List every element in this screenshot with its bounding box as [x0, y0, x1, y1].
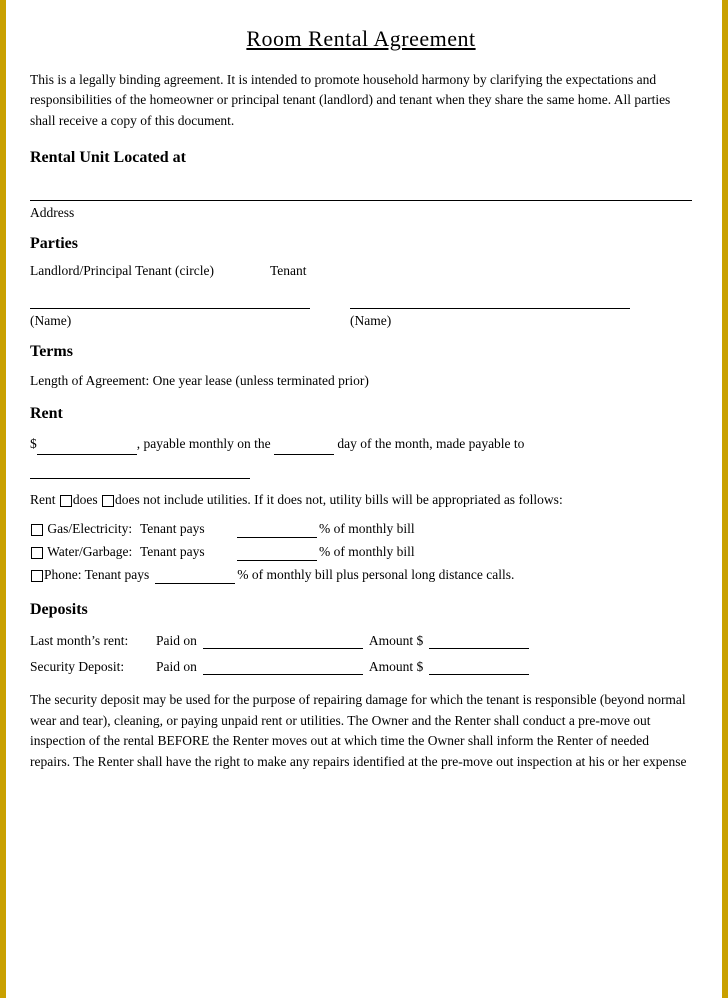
last-month-amount-label: Amount $: [369, 629, 423, 653]
phone-percent-field[interactable]: [155, 568, 235, 584]
tenant-name-label: (Name): [350, 313, 630, 329]
terms-heading: Terms: [30, 343, 692, 361]
parties-heading: Parties: [30, 235, 692, 253]
last-month-date-field[interactable]: [203, 633, 363, 649]
last-month-paid-label: Paid on: [156, 629, 197, 653]
gold-bar-left: [0, 0, 6, 998]
rent-section: Rent $ , payable monthly on the day of th…: [30, 405, 692, 587]
security-amount-field[interactable]: [429, 659, 529, 675]
security-date-field[interactable]: [203, 659, 363, 675]
gas-percent-field[interactable]: [237, 522, 317, 538]
deposits-heading: Deposits: [30, 601, 692, 619]
phone-label: Phone: Tenant pays: [44, 564, 149, 587]
intro-text: This is a legally binding agreement. It …: [30, 70, 692, 131]
rental-unit-section: Rental Unit Located at Address: [30, 149, 692, 221]
rent-payable-suffix: day of the month, made payable to: [337, 436, 524, 451]
name-fields-row: [30, 287, 692, 309]
gas-label: Gas/Electricity:: [30, 518, 140, 541]
security-deposit-label: Security Deposit:: [30, 655, 150, 679]
name-labels-row: (Name) (Name): [30, 313, 692, 329]
rent-payable-name-field[interactable]: [30, 461, 250, 479]
rent-day-field[interactable]: [274, 439, 334, 455]
rent-dollar-prefix: $: [30, 436, 37, 451]
water-percent-field[interactable]: [237, 545, 317, 561]
water-row: Water/Garbage: Tenant pays % of monthly …: [30, 541, 692, 564]
gas-checkbox[interactable]: [31, 524, 43, 536]
security-paid-label: Paid on: [156, 655, 197, 679]
rent-does-not-checkbox[interactable]: [102, 495, 114, 507]
rent-does-checkbox[interactable]: [60, 495, 72, 507]
security-deposit-text: The security deposit may be used for the…: [30, 690, 692, 774]
landlord-name-field[interactable]: [30, 287, 310, 309]
landlord-name-label: (Name): [30, 313, 310, 329]
utilities-text: Rent does does not include utilities. If…: [30, 489, 692, 511]
last-month-amount-field[interactable]: [429, 633, 529, 649]
address-line-field[interactable]: [30, 177, 692, 201]
parties-row: Landlord/Principal Tenant (circle) Tenan…: [30, 263, 692, 279]
gas-suffix: % of monthly bill: [319, 518, 415, 541]
terms-section: Terms Length of Agreement: One year leas…: [30, 343, 692, 391]
phone-row: Phone: Tenant pays % of monthly bill plu…: [30, 564, 692, 587]
last-month-row: Last month’s rent: Paid on Amount $: [30, 629, 692, 653]
phone-suffix: % of monthly bill plus personal long dis…: [237, 564, 514, 587]
phone-checkbox[interactable]: [31, 570, 43, 582]
rental-unit-heading: Rental Unit Located at: [30, 149, 692, 167]
water-tenant-label: Tenant pays: [140, 541, 235, 564]
parties-section: Parties Landlord/Principal Tenant (circl…: [30, 235, 692, 329]
gas-tenant-label: Tenant pays: [140, 518, 235, 541]
deposits-section: Deposits Last month’s rent: Paid on Amou…: [30, 601, 692, 773]
water-label: Water/Garbage:: [30, 541, 140, 564]
water-checkbox[interactable]: [31, 547, 43, 559]
rent-heading: Rent: [30, 405, 692, 423]
security-amount-label: Amount $: [369, 655, 423, 679]
rent-line: $ , payable monthly on the day of the mon…: [30, 433, 692, 455]
landlord-label: Landlord/Principal Tenant (circle): [30, 263, 230, 279]
address-label: Address: [30, 205, 692, 221]
document-title: Room Rental Agreement: [30, 26, 692, 52]
terms-length-text: Length of Agreement: One year lease (unl…: [30, 371, 692, 391]
water-suffix: % of monthly bill: [319, 541, 415, 564]
security-deposit-row: Security Deposit: Paid on Amount $: [30, 655, 692, 679]
tenant-name-field[interactable]: [350, 287, 630, 309]
rent-amount-field[interactable]: [37, 439, 137, 455]
tenant-label: Tenant: [270, 263, 470, 279]
last-month-label: Last month’s rent:: [30, 629, 150, 653]
page-container: Room Rental Agreement This is a legally …: [0, 0, 728, 998]
gas-row: Gas/Electricity: Tenant pays % of monthl…: [30, 518, 692, 541]
rent-payable-mid: , payable monthly on the: [137, 436, 271, 451]
